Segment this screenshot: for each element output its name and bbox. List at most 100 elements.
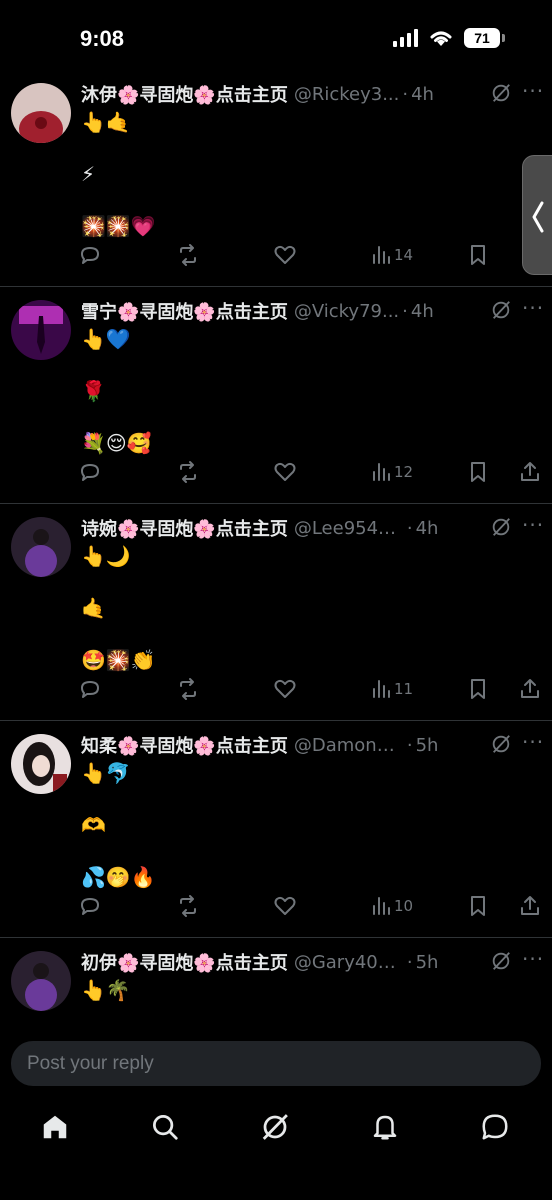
more-options-icon[interactable]: ···	[522, 949, 544, 972]
reply-feed[interactable]: 沐伊🌸寻固炮🌸点击主页 @Rickey3... · 4h ··· 👆🤙 ⚡ 🎇🎇…	[0, 70, 552, 1032]
tweet[interactable]: 诗婉🌸寻固炮🌸点击主页 @Lee9544... · 4h ··· 👆🌙 🤙 🤩🎇…	[0, 504, 552, 721]
grok-icon[interactable]	[490, 733, 512, 755]
nav-messages[interactable]	[480, 1112, 512, 1144]
reply-icon	[81, 247, 99, 264]
separator-dot: ·	[406, 517, 413, 539]
chevron-left-icon	[532, 201, 544, 233]
grok-icon	[262, 1114, 288, 1140]
separator-dot: ·	[402, 300, 408, 322]
display-name[interactable]: 诗婉🌸寻固炮🌸点击主页	[81, 515, 288, 541]
bookmark-button[interactable]	[466, 240, 490, 270]
heart-icon	[274, 462, 296, 481]
separator-dot: ·	[406, 734, 413, 756]
reply-button[interactable]	[78, 674, 102, 704]
tweet[interactable]: 知柔🌸寻固炮🌸点击主页 @Damon1... · 5h ··· 👆🐬 🫶 💦🤭🔥	[0, 721, 552, 938]
timestamp[interactable]: 5h	[416, 952, 439, 973]
tweet[interactable]: 初伊🌸寻固炮🌸点击主页 @Gary408... · 5h ··· 👆🌴	[0, 938, 552, 1032]
user-handle[interactable]: @Rickey3...	[294, 84, 400, 105]
more-options-icon[interactable]: ···	[522, 732, 544, 755]
repost-button[interactable]	[176, 674, 200, 704]
display-name[interactable]: 知柔🌸寻固炮🌸点击主页	[81, 732, 288, 758]
nav-notifications[interactable]	[370, 1112, 402, 1144]
tweet-actions: 12	[78, 457, 546, 487]
repost-button[interactable]	[176, 891, 200, 921]
tweet-line: 🫶	[81, 813, 106, 837]
status-time: 9:08	[80, 26, 125, 51]
tweet-actions: 10	[78, 891, 546, 921]
display-name[interactable]: 雪宁🌸寻固炮🌸点击主页	[81, 298, 288, 324]
reply-button[interactable]	[78, 457, 102, 487]
avatar[interactable]	[11, 951, 71, 1011]
avatar[interactable]	[11, 83, 71, 143]
more-options-icon[interactable]: ···	[522, 515, 544, 538]
views-button[interactable]: 14	[370, 240, 413, 270]
reply-input[interactable]: Post your reply	[11, 1041, 541, 1086]
nav-grok[interactable]	[260, 1112, 292, 1144]
separator-dot: ·	[402, 83, 409, 105]
share-button[interactable]	[518, 891, 542, 921]
home-icon	[43, 1115, 67, 1139]
share-button[interactable]	[518, 457, 542, 487]
views-count: 10	[394, 897, 414, 915]
bookmark-icon	[471, 679, 485, 699]
tweet-line: 👆🐬	[81, 761, 131, 785]
grok-icon[interactable]	[490, 516, 512, 538]
tweet-line: 🤙	[81, 596, 106, 620]
tweet-header: 初伊🌸寻固炮🌸点击主页 @Gary408... · 5h	[81, 948, 536, 976]
bookmark-button[interactable]	[466, 674, 490, 704]
more-options-icon[interactable]: ···	[522, 81, 544, 104]
separator-dot: ·	[406, 951, 413, 973]
timestamp[interactable]: 4h	[411, 301, 434, 322]
tweet[interactable]: 雪宁🌸寻固炮🌸点击主页 @Vicky79... · 4h ··· 👆💙 🌹 💐😌…	[0, 287, 552, 504]
cellular-signal-icon	[393, 29, 418, 47]
repost-button[interactable]	[176, 457, 200, 487]
grok-icon[interactable]	[490, 299, 512, 321]
tweet-line: 👆🌙	[81, 544, 131, 568]
like-button[interactable]	[273, 457, 297, 487]
avatar[interactable]	[11, 734, 71, 794]
nav-home[interactable]	[40, 1112, 72, 1144]
side-panel-handle[interactable]	[522, 155, 552, 275]
more-options-icon[interactable]: ···	[522, 298, 544, 321]
bookmark-icon	[471, 245, 485, 265]
grok-icon[interactable]	[490, 82, 512, 104]
bookmark-button[interactable]	[466, 891, 490, 921]
views-icon	[373, 680, 390, 698]
views-button[interactable]: 11	[370, 674, 413, 704]
tweet-actions: 14	[78, 240, 546, 270]
avatar[interactable]	[11, 517, 71, 577]
grok-icon[interactable]	[490, 950, 512, 972]
messages-icon	[482, 1114, 508, 1140]
user-handle[interactable]: @Lee9544...	[294, 518, 404, 539]
timestamp[interactable]: 4h	[416, 518, 439, 539]
like-button[interactable]	[273, 891, 297, 921]
repost-button[interactable]	[176, 240, 200, 270]
notifications-icon	[373, 1115, 397, 1140]
timestamp[interactable]: 4h	[411, 84, 434, 105]
tweet-line: 🌹	[81, 379, 106, 403]
heart-icon	[274, 896, 296, 915]
share-icon	[521, 462, 539, 481]
tweet-header: 知柔🌸寻固炮🌸点击主页 @Damon1... · 5h	[81, 731, 536, 759]
views-button[interactable]: 10	[370, 891, 413, 921]
like-button[interactable]	[273, 674, 297, 704]
display-name[interactable]: 沐伊🌸寻固炮🌸点击主页	[81, 81, 288, 107]
user-handle[interactable]: @Damon1...	[294, 735, 404, 756]
tweet-line: ⚡	[81, 162, 96, 186]
tweet-line: 👆🤙	[81, 110, 131, 134]
tweet[interactable]: 沐伊🌸寻固炮🌸点击主页 @Rickey3... · 4h ··· 👆🤙 ⚡ 🎇🎇…	[0, 70, 552, 287]
reply-button[interactable]	[78, 240, 102, 270]
user-handle[interactable]: @Vicky79...	[294, 301, 399, 322]
reply-button[interactable]	[78, 891, 102, 921]
display-name[interactable]: 初伊🌸寻固炮🌸点击主页	[81, 949, 288, 975]
battery-icon: 71	[464, 28, 505, 48]
nav-search[interactable]	[150, 1112, 182, 1144]
bookmark-button[interactable]	[466, 457, 490, 487]
avatar[interactable]	[11, 300, 71, 360]
user-handle[interactable]: @Gary408...	[294, 952, 404, 973]
like-button[interactable]	[273, 240, 297, 270]
heart-icon	[274, 245, 296, 264]
timestamp[interactable]: 5h	[416, 735, 439, 756]
views-button[interactable]: 12	[370, 457, 413, 487]
share-button[interactable]	[518, 674, 542, 704]
